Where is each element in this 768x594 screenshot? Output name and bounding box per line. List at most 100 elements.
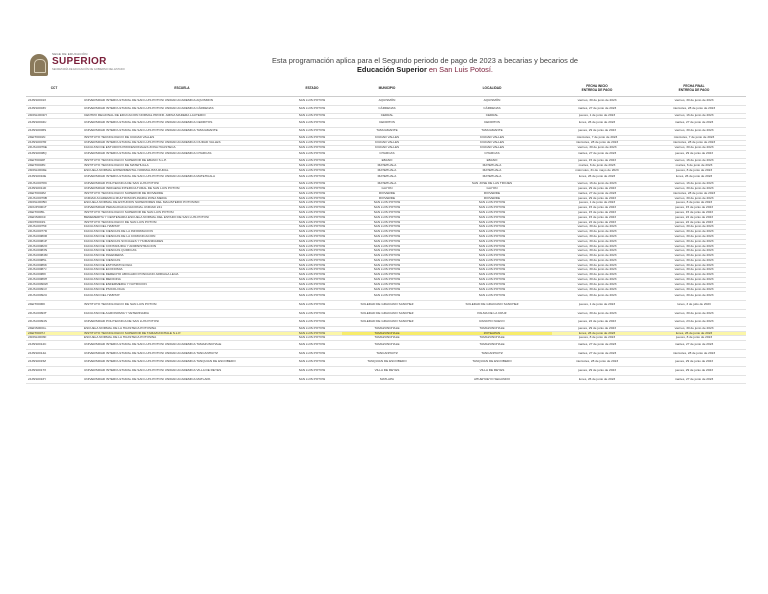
cell-municipio: TANCANHUITZ (376, 350, 398, 355)
cell-estado: SAN LUIS POTOSI (298, 174, 326, 179)
cell-fecha-final: miércoles, 28 de junio de 2023 (672, 350, 716, 355)
cell-localidad: RANCHO NUEVO (479, 319, 505, 324)
table-row: 24JNS0015Z UNIVERSIDAD INTERCULTURAL DE S… (26, 358, 746, 367)
cell-municipio: TANQUIAN DE ESCOBEDO (367, 359, 407, 364)
cell-fecha-inicio: lunes, 26 de junio de 2023 (578, 119, 616, 124)
cell-escuela: UNIVERSIDAD INTERCULTURAL DE SAN LUIS PO… (84, 174, 216, 179)
cell-estado: SAN LUIS POTOSI (298, 119, 326, 124)
col-header-cct: CCT (26, 82, 82, 97)
cell-estado: SAN LUIS POTOSI (298, 293, 326, 298)
table-row: 24JNS0003V UNIVERSIDAD INTERCULTURAL DE S… (26, 105, 746, 114)
table-row: 24JNS0016Y UNIVERSIDAD INTERCULTURAL DE S… (26, 375, 746, 384)
cell-municipio: SOLEDAD DE GRACIANO SANCHEZ (360, 301, 414, 306)
cell-fecha-inicio: jueves, 29 de junio de 2023 (578, 128, 616, 133)
cell-estado: SAN LUIS POTOSI (298, 106, 326, 111)
cell-escuela: UNIVERSIDAD INTERCULTURAL DE SAN LUIS PO… (84, 119, 213, 124)
logo-sub-text: SECRETARÍA DE EDUCACIÓN DE GOBIERNO DEL … (52, 68, 125, 71)
table-row: 24JNS0004U UNIVERSIDAD INTERCULTURAL DE S… (26, 118, 746, 128)
cell-fecha-final: jueves, 29 de junio de 2023 (675, 367, 713, 372)
cell-fecha-inicio: jueves, 22 de junio de 2023 (578, 319, 616, 324)
cell-escuela: UNIVERSIDAD INTERCULTURAL DE SAN LUIS PO… (84, 106, 214, 111)
cell-fecha-inicio: viernes, 30 de junio de 2023 (577, 293, 617, 298)
cell-estado: SAN LUIS POTOSI (298, 310, 326, 315)
col-header-escuela: ESCUELA (82, 82, 282, 97)
cell-localidad: TAMAZUNCHALE (479, 342, 505, 347)
cell-cct: 24JNS0017X (28, 367, 47, 372)
table-row: 24EIT0006K INSTITUTO TECNOLOGICO DE SAN L… (26, 301, 746, 310)
cell-fecha-final: jueves, 29 de junio de 2023 (675, 359, 713, 364)
table-row: 24JNS0014A UNIVERSIDAD INTERCULTURAL DE S… (26, 349, 746, 358)
cell-localidad: MATEHUALA (482, 174, 502, 179)
cell-fecha-inicio: martes, 27 de junio de 2023 (577, 350, 617, 355)
cell-localidad: CEDRITOS (484, 119, 500, 124)
cell-cct: 24JNS0010E (28, 174, 47, 179)
table-row: 24JNS0006S UNIVERSIDAD INTERCULTURAL DE S… (26, 127, 746, 136)
cell-cct: 24JNS0001X (28, 97, 47, 102)
supreior-logo: SEGE DE EDUCACIÓN SUPERIOR SECRETARÍA DE… (30, 52, 125, 78)
cell-fecha-final: martes, 27 de junio de 2023 (674, 376, 714, 381)
table-row: 24JNS0010E UNIVERSIDAD INTERCULTURAL DE S… (26, 173, 746, 182)
cell-estado: SAN LUIS POTOSI (298, 151, 326, 156)
cell-fecha-final: viernes, 30 de junio de 2023 (674, 128, 714, 133)
cell-escuela: FACULTAD DE AGRONOMIA Y VETERINARIA (84, 310, 149, 315)
cell-fecha-inicio: martes, 27 de junio de 2023 (577, 106, 617, 111)
table-row: 24JNS0001X UNIVERSIDAD INTERCULTURAL DE S… (26, 97, 746, 106)
state-seal-icon (30, 54, 48, 76)
cell-municipio: MATLAPA (380, 376, 394, 381)
cell-fecha-inicio: martes, 27 de junio de 2023 (577, 151, 617, 156)
cell-localidad: CÁRDENAS (483, 106, 501, 111)
cell-fecha-inicio: viernes, 30 de junio de 2023 (577, 97, 617, 102)
cell-fecha-inicio: lunes, 26 de junio de 2023 (578, 174, 616, 179)
cell-fecha-final: viernes, 23 de junio de 2023 (674, 319, 714, 324)
cell-estado: SAN LUIS POTOSI (298, 319, 326, 324)
cell-fecha-inicio: jueves, 29 de junio de 2023 (578, 367, 616, 372)
col-header-fecha-inicio: FECHA INICIO ENTREGA DE PAGO (552, 82, 642, 97)
cell-localidad: TANQUIAN DE ESCOBEDO (472, 359, 512, 364)
col-header-fecha-final: FECHA FINAL ENTREGA DE PAGO (642, 82, 746, 97)
cell-fecha-final: jueves, 29 de junio de 2023 (675, 151, 713, 156)
table-row: 24USU0093T FACULTAD DE AGRONOMIA Y VETERI… (26, 309, 746, 318)
cell-escuela: UNIVERSIDAD POLITECNICA DE SAN LUIS POTO… (84, 319, 160, 324)
cell-fecha-final: miércoles, 28 de junio de 2023 (672, 106, 716, 111)
cell-municipio: CEDRITOS (379, 119, 395, 124)
cell-cct: 24JNS0008Q (28, 151, 47, 156)
cell-localidad: VILLA DE REYES (479, 367, 505, 372)
cell-estado: SAN LUIS POTOSI (298, 376, 326, 381)
cell-escuela: UNIVERSIDAD INTERCULTURAL DE SAN LUIS PO… (84, 376, 211, 381)
cell-fecha-inicio: miércoles, 28 de junio de 2023 (575, 359, 619, 364)
cell-fecha-inicio: viernes, 30 de junio de 2023 (577, 310, 617, 315)
cell-escuela: UNIVERSIDAD INTERCULTURAL DE SAN LUIS PO… (84, 359, 236, 364)
cell-cct: 24JNS0006S (28, 128, 47, 133)
cell-municipio: VILLA DE REYES (374, 367, 400, 372)
cell-estado: SAN LUIS POTOSI (298, 301, 326, 306)
logo-brand-text: SUPERIOR (52, 56, 107, 67)
title-line-1: Esta programación aplica para el Segundo… (271, 56, 579, 65)
cell-municipio: CÁRDENAS (378, 106, 396, 111)
cell-escuela: UNIVERSIDAD INTERCULTURAL DE SAN LUIS PO… (84, 367, 222, 372)
cell-fecha-final: lunes, 26 de junio de 2023 (675, 174, 713, 179)
cell-municipio: SOLEDAD DE GRACIANO SANCHEZ (360, 310, 414, 315)
cell-localidad: TANCANHUITZ (481, 350, 503, 355)
cell-cct: 24JNS0003V (28, 106, 47, 111)
table-header-row: CCT ESCUELA ESTADO MUNICIPIO LOCALIDAD F… (26, 82, 746, 97)
cell-localidad: AHUEHUEYO SEGUNDO (473, 376, 511, 381)
cell-cct: 24USU0094S (28, 319, 47, 324)
table-row: 24JNS0012C UNIVERSIDAD INTERCULTURAL DE S… (26, 341, 746, 350)
cell-escuela: UNIVERSIDAD INTERCULTURAL DE SAN LUIS PO… (84, 151, 212, 156)
payment-schedule-table: CCT ESCUELA ESTADO MUNICIPIO LOCALIDAD F… (26, 82, 746, 384)
table-row: 24JNS0008Q UNIVERSIDAD INTERCULTURAL DE S… (26, 150, 746, 159)
cell-cct: 24JNS0004U (28, 119, 47, 124)
cell-localidad: TAMUAMANTE (481, 128, 503, 133)
cell-estado: SAN LUIS POTOSI (298, 367, 326, 372)
cell-escuela: UNIVERSIDAD INTERCULTURAL DE SAN LUIS PO… (84, 128, 218, 133)
col-header-localidad: LOCALIDAD (432, 82, 552, 97)
cell-estado: SAN LUIS POTOSI (298, 350, 326, 355)
cell-escuela: FACULTAD DEL HABITAT (84, 293, 120, 298)
cell-fecha-final: lunes, 3 de julio de 2023 (677, 301, 711, 306)
table-row: 24USU0094S UNIVERSIDAD POLITECNICA DE SAN… (26, 318, 746, 327)
cell-localidad: CHARCAS (484, 151, 500, 156)
cell-cct: 24EIT0006K (28, 301, 46, 306)
cell-municipio: TAMUAMANTE (376, 128, 398, 133)
col-header-municipio: MUNICIPIO (342, 82, 432, 97)
cell-fecha-final: martes, 27 de junio de 2023 (674, 342, 714, 347)
